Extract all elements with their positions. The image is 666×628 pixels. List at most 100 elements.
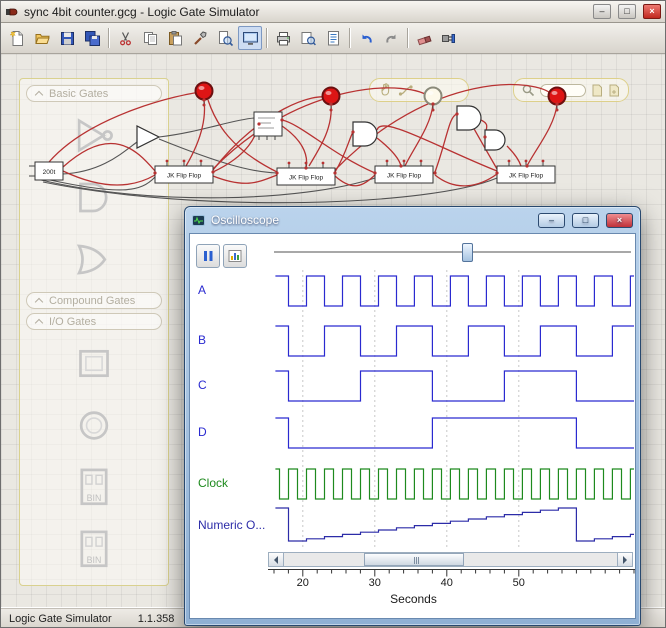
jk-flipflop-4[interactable]: JK Flip Flop: [496, 159, 556, 184]
wire: [212, 96, 329, 171]
led-1-on[interactable]: [194, 81, 214, 107]
horizontal-scrollbar[interactable]: [268, 552, 633, 567]
wire: [308, 103, 332, 167]
toolbox-section-compound-gates[interactable]: Compound Gates: [26, 292, 162, 309]
gate-search-input[interactable]: [540, 83, 586, 97]
connector-button[interactable]: [437, 26, 461, 50]
oscilloscope-titlebar[interactable]: Oscilloscope – □ ×: [189, 207, 636, 233]
wire-junction: [211, 170, 215, 174]
chevron-up-icon: [34, 318, 44, 328]
save-all-button[interactable]: [80, 26, 104, 50]
wire: [506, 145, 522, 167]
scroll-right-arrow[interactable]: [617, 553, 632, 566]
redo-icon: [385, 34, 395, 43]
toolbar: [1, 23, 665, 54]
new-file-button[interactable]: [5, 26, 29, 50]
screenshot-button[interactable]: [238, 26, 262, 50]
eraser-button[interactable]: [412, 26, 436, 50]
cut-button[interactable]: [113, 26, 137, 50]
toolbar-separator: [108, 28, 109, 48]
chip-component[interactable]: [253, 111, 283, 140]
time-slider-thumb[interactable]: [462, 243, 473, 262]
redo-button[interactable]: [379, 26, 403, 50]
wire: [376, 137, 402, 167]
print-preview-button[interactable]: [296, 26, 320, 50]
pan-hand-icon[interactable]: [377, 82, 393, 98]
titlebar[interactable]: sync 4bit counter.gcg - Logic Gate Simul…: [1, 1, 665, 23]
toolbar-separator: [266, 28, 267, 48]
waveform-plot: [275, 270, 634, 548]
zoom-button[interactable]: [213, 26, 237, 50]
wire-junction: [304, 166, 308, 170]
osc-maximize-button[interactable]: □: [572, 212, 599, 228]
toolbox-item-led-square[interactable]: [26, 332, 162, 394]
toolbox-section-label: Compound Gates: [49, 294, 136, 307]
toolbox-item-text: BIN: [87, 555, 102, 565]
paste-icon: [168, 30, 182, 45]
save-file-icon: [60, 31, 74, 45]
undo-button[interactable]: [354, 26, 378, 50]
wire-tool-icon[interactable]: [398, 82, 414, 98]
wire-junction: [351, 130, 355, 134]
toolbox-item-bin-display[interactable]: BIN: [26, 456, 162, 518]
chevron-up-icon: [34, 297, 44, 307]
wire: [207, 99, 278, 173]
maximize-button[interactable]: □: [618, 4, 636, 19]
scroll-grip-icon: [413, 551, 415, 569]
osc-close-button[interactable]: ×: [606, 212, 633, 228]
wire: [212, 123, 260, 173]
doc-add-icon[interactable]: [608, 84, 620, 97]
toolbox-section-i/o-gates[interactable]: I/O Gates: [26, 313, 162, 330]
chevron-up-icon: [34, 90, 44, 100]
copy-icon: [143, 31, 157, 45]
print-button[interactable]: [271, 26, 295, 50]
toolbox-item-or-gate[interactable]: [26, 228, 162, 290]
channel-label: C: [198, 378, 207, 392]
time-slider-track[interactable]: [274, 251, 631, 254]
and-gate-2[interactable]: [456, 105, 482, 131]
graph-options-button[interactable]: [223, 244, 247, 268]
oscilloscope-window[interactable]: Oscilloscope – □ × 20 30 40 50 Seconds A B: [184, 206, 641, 626]
zoom-icon: [218, 30, 233, 46]
toolbox-item-and-gate[interactable]: [26, 166, 162, 228]
scroll-left-arrow[interactable]: [269, 553, 284, 566]
not-gate-icon: [77, 117, 113, 153]
wire: [158, 138, 278, 174]
app-icon: [5, 5, 19, 19]
copy-button[interactable]: [138, 26, 162, 50]
close-button[interactable]: ×: [643, 4, 661, 19]
toolbox-item-bin-display[interactable]: BIN: [26, 518, 162, 580]
new-file-icon: [8, 30, 23, 46]
wire-junction: [202, 98, 206, 102]
waveform-d: [275, 417, 634, 449]
report-button[interactable]: [321, 26, 345, 50]
pause-button[interactable]: [196, 244, 220, 268]
axis-tick-label: 40: [441, 577, 453, 589]
status-version: 1.1.358: [137, 612, 175, 625]
tools-button[interactable]: [188, 26, 212, 50]
open-file-button[interactable]: [30, 26, 54, 50]
toolbox-panel: Basic Gates Compound Gates I/O Gates BIN BIN: [19, 78, 169, 586]
led-2-on[interactable]: [321, 86, 341, 112]
paste-button[interactable]: [163, 26, 187, 50]
osc-minimize-button[interactable]: –: [538, 212, 565, 228]
app-window: sync 4bit counter.gcg - Logic Gate Simul…: [0, 0, 666, 628]
jk-flipflop-3[interactable]: JK Flip Flop: [374, 159, 434, 184]
doc-icon[interactable]: [591, 84, 603, 97]
toolbox-item-not-gate[interactable]: [26, 104, 162, 166]
flipflop-label: JK Flip Flop: [509, 173, 544, 180]
toolbox-item-bulb[interactable]: [26, 394, 162, 456]
channel-label: B: [198, 333, 207, 347]
and-gate-3[interactable]: [484, 129, 506, 151]
jk-flipflop-2[interactable]: JK Flip Flop: [276, 161, 336, 186]
toolbox-section-basic-gates[interactable]: Basic Gates: [26, 85, 162, 102]
and-gate-1[interactable]: [352, 121, 378, 147]
scroll-thumb[interactable]: [364, 553, 464, 566]
wire-junction: [280, 118, 284, 122]
bin-display-icon: BIN: [80, 468, 108, 505]
wire-junction: [433, 171, 437, 175]
minimize-button[interactable]: –: [593, 4, 611, 19]
wire: [462, 109, 498, 170]
save-file-button[interactable]: [55, 26, 79, 50]
eraser-icon: [416, 35, 432, 45]
